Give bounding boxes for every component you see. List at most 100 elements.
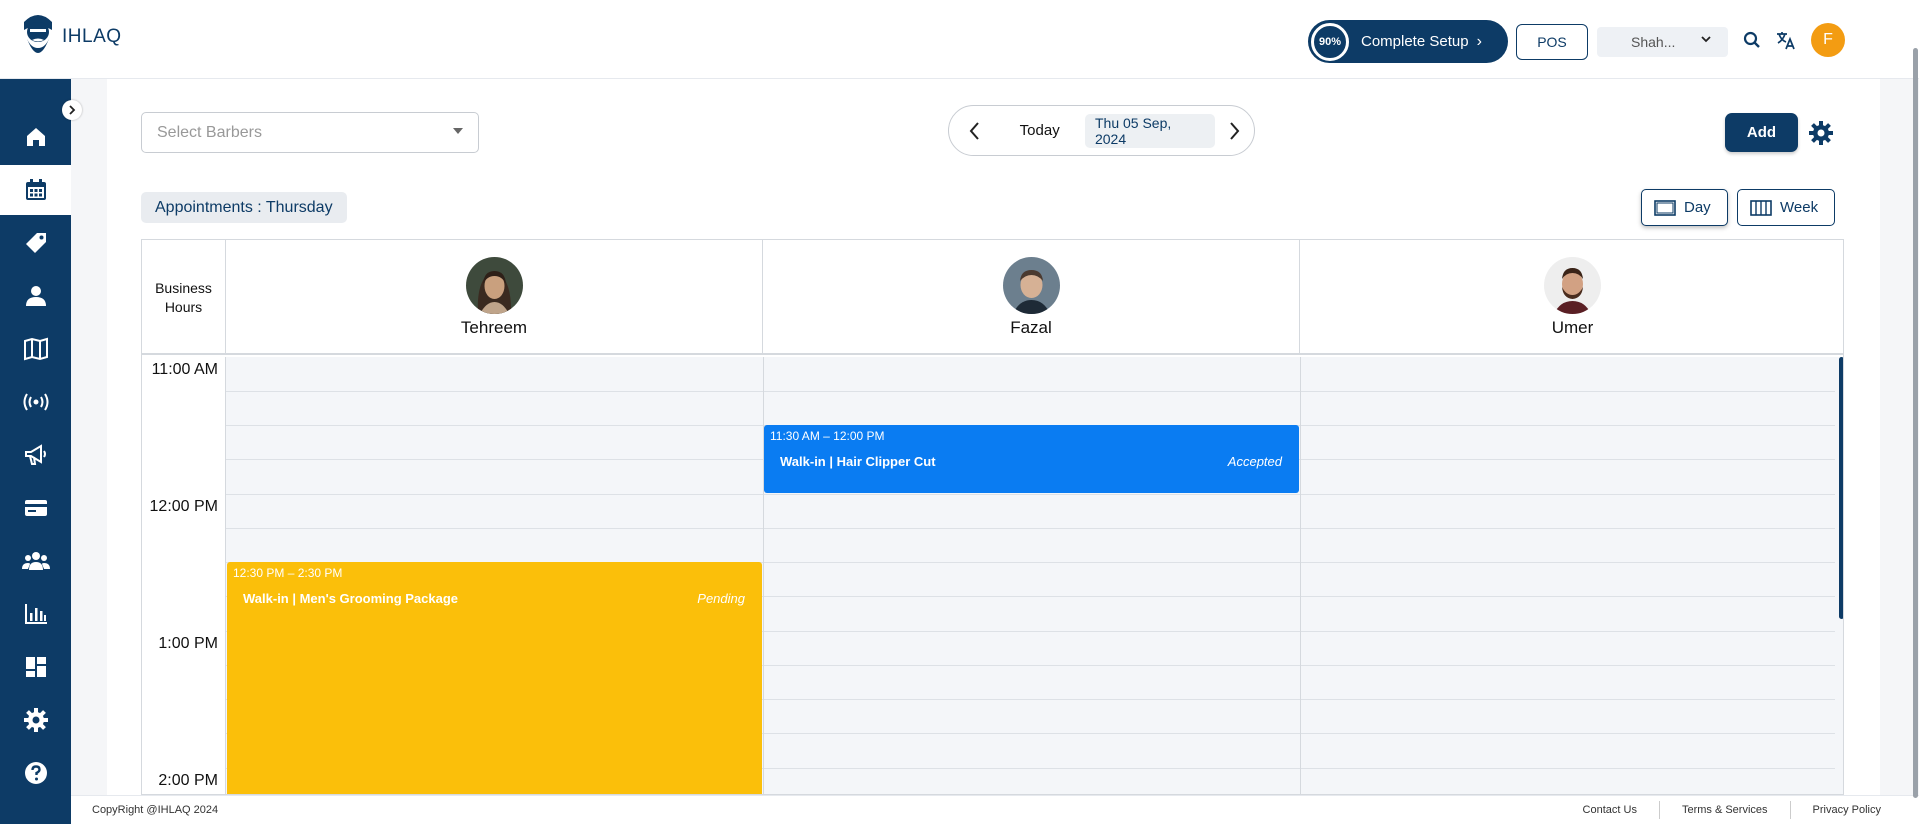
day-view-button[interactable]: Day — [1641, 189, 1728, 226]
sidebar-item-help[interactable] — [0, 748, 71, 798]
slot-divider — [226, 391, 1835, 392]
calendar-body: 11:00 AM 12:00 PM 1:00 PM 2:00 PM 11:30 … — [142, 357, 1843, 794]
home-icon — [26, 128, 45, 146]
slot-divider — [226, 494, 1835, 495]
book-icon — [23, 337, 48, 361]
sidebar-item-marketing[interactable] — [0, 430, 71, 480]
week-view-icon — [1750, 199, 1772, 216]
time-label: 11:00 AM — [151, 361, 218, 378]
barber-logo-icon — [24, 15, 52, 53]
calendar-header: Business Hours Tehreem Fazal Umer — [142, 240, 1843, 355]
sidebar-item-offers[interactable] — [0, 218, 71, 268]
megaphone-icon — [24, 444, 46, 465]
complete-setup-button[interactable]: 90% Complete Setup › — [1308, 20, 1508, 63]
sidebar-item-broadcast[interactable] — [0, 377, 71, 427]
appointment-event[interactable]: 11:30 AM – 12:00 PM Walk-in | Hair Clipp… — [764, 425, 1299, 493]
setup-progress-ring: 90% — [1311, 22, 1349, 61]
translate-icon[interactable] — [1775, 29, 1797, 51]
broadcast-icon — [23, 393, 48, 411]
brand-logo[interactable]: IHLAQ — [20, 8, 122, 66]
barber-column-header[interactable]: Umer — [1300, 240, 1843, 355]
user-avatar[interactable]: F — [1811, 23, 1845, 57]
sidebar-item-settings[interactable] — [0, 695, 71, 745]
event-title: Walk-in | Hair Clipper Cut — [780, 454, 936, 469]
footer: CopyRight @IHLAQ 2024 Contact Us Terms &… — [71, 795, 1919, 824]
chevron-right-icon — [69, 105, 76, 115]
barber-avatar — [1003, 257, 1060, 314]
top-bar: IHLAQ 90% Complete Setup › POS Shah... F — [0, 0, 1919, 79]
sidebar-item-reports[interactable] — [0, 589, 71, 639]
column-divider — [1300, 357, 1301, 794]
calendar-settings-button[interactable] — [1808, 120, 1834, 146]
chevron-right-icon — [1230, 121, 1240, 140]
sidebar-item-home[interactable] — [0, 112, 71, 162]
barber-avatar — [466, 257, 523, 314]
sidebar-item-staff[interactable] — [0, 536, 71, 586]
calendar-scrollbar[interactable] — [1839, 357, 1843, 619]
column-divider — [763, 357, 764, 794]
chevron-down-icon — [1700, 33, 1712, 48]
event-time: 12:30 PM – 2:30 PM — [233, 566, 343, 580]
tag-icon — [25, 233, 46, 253]
setup-percent: 90% — [1318, 35, 1342, 48]
week-view-button[interactable]: Week — [1737, 189, 1835, 226]
analytics-icon — [24, 604, 47, 624]
appointment-event[interactable]: 12:30 PM – 2:30 PM Walk-in | Men's Groom… — [227, 562, 762, 794]
copyright-text: CopyRight @IHLAQ 2024 — [92, 804, 219, 816]
shop-select[interactable]: Shah... — [1597, 27, 1728, 57]
terms-link[interactable]: Terms & Services — [1660, 804, 1790, 816]
event-status: Accepted — [1227, 454, 1282, 469]
privacy-policy-link[interactable]: Privacy Policy — [1791, 804, 1881, 816]
footer-links: Contact Us Terms & Services Privacy Poli… — [1561, 801, 1881, 819]
sidebar-item-customers[interactable] — [0, 271, 71, 321]
settings-icon — [23, 708, 48, 732]
user-icon — [25, 286, 46, 306]
select-barbers-dropdown[interactable]: Select Barbers — [141, 112, 479, 153]
dashboard-icon — [25, 657, 46, 677]
add-appointment-button[interactable]: Add — [1725, 113, 1798, 152]
chevron-right-icon: › — [1476, 32, 1482, 50]
today-button[interactable]: Today — [994, 122, 1085, 139]
search-icon[interactable] — [1741, 29, 1763, 51]
sidebar-item-catalog[interactable] — [0, 324, 71, 374]
shop-select-value: Shah... — [1631, 34, 1676, 50]
chevron-left-icon — [969, 121, 979, 140]
business-hours-header: Business Hours — [142, 240, 226, 355]
barber-avatar — [1544, 257, 1601, 314]
time-column: 11:00 AM 12:00 PM 1:00 PM 2:00 PM — [142, 357, 226, 794]
appointments-day-label: Appointments : Thursday — [141, 192, 347, 223]
barber-name: Umer — [1551, 318, 1594, 337]
current-date[interactable]: Thu 05 Sep, 2024 — [1084, 113, 1215, 148]
next-day-button[interactable] — [1215, 111, 1254, 151]
time-label: 2:00 PM — [158, 772, 218, 789]
sidebar-expand-button[interactable] — [62, 100, 82, 120]
prev-day-button[interactable] — [955, 111, 994, 151]
pos-button[interactable]: POS — [1516, 24, 1588, 60]
slot-divider — [226, 528, 1835, 529]
day-calendar: Business Hours Tehreem Fazal Umer 11:00 … — [141, 239, 1844, 795]
sidebar-item-dashboard[interactable] — [0, 642, 71, 692]
time-label: 1:00 PM — [158, 635, 218, 652]
business-hours-label: Business Hours — [155, 279, 212, 315]
sidebar-item-payments[interactable] — [0, 483, 71, 533]
barber-column-header[interactable]: Fazal — [763, 240, 1300, 355]
contact-us-link[interactable]: Contact Us — [1561, 804, 1659, 816]
team-icon — [21, 552, 50, 570]
time-label: 12:00 PM — [149, 498, 218, 515]
barber-name: Fazal — [1010, 318, 1052, 337]
date-navigator: Today Thu 05 Sep, 2024 — [948, 105, 1255, 156]
page-scrollbar[interactable] — [1913, 48, 1918, 798]
week-view-label: Week — [1780, 199, 1819, 216]
event-time: 11:30 AM – 12:00 PM — [770, 429, 885, 443]
schedule-grid[interactable]: 11:30 AM – 12:00 PM Walk-in | Hair Clipp… — [226, 357, 1843, 794]
barber-name: Tehreem — [460, 318, 528, 337]
barber-column-header[interactable]: Tehreem — [226, 240, 763, 355]
help-icon — [24, 762, 47, 784]
brand-name: IHLAQ — [62, 26, 122, 47]
select-barbers-placeholder: Select Barbers — [157, 123, 262, 141]
day-view-label: Day — [1684, 199, 1711, 216]
card-icon — [24, 500, 47, 516]
sidebar-item-calendar[interactable] — [0, 165, 71, 215]
caret-down-icon — [453, 128, 463, 134]
day-view-icon — [1654, 199, 1676, 216]
